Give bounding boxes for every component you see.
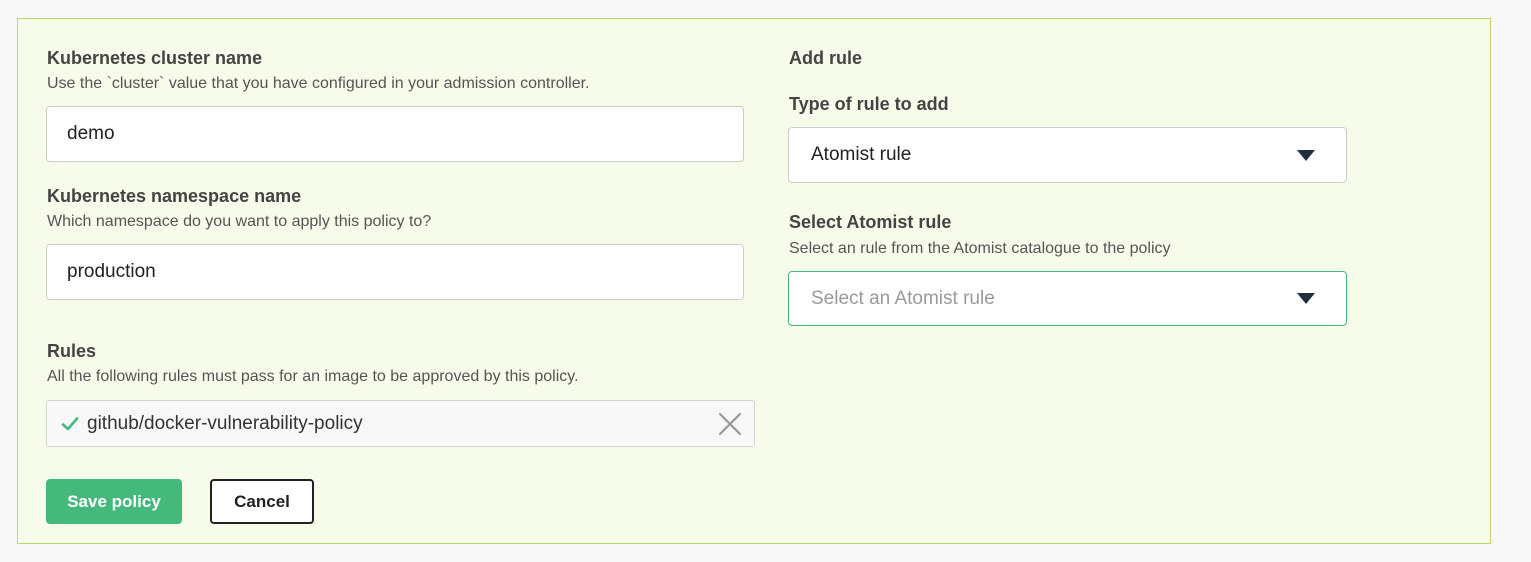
rule-type-select[interactable]: Atomist rule	[788, 127, 1347, 183]
atomist-rule-label: Select Atomist rule	[789, 212, 952, 232]
cancel-button[interactable]: Cancel	[210, 479, 314, 524]
check-icon	[61, 415, 79, 433]
caret-down-icon	[1297, 293, 1315, 304]
namespace-name-input[interactable]	[46, 244, 744, 300]
rule-type-select-value: Atomist rule	[811, 144, 912, 165]
namespace-name-hint: Which namespace do you want to apply thi…	[47, 213, 432, 230]
rule-type-label: Type of rule to add	[789, 94, 949, 114]
cluster-name-hint: Use the `cluster` value that you have co…	[47, 75, 590, 92]
cluster-name-input[interactable]	[46, 106, 744, 162]
rules-label: Rules	[47, 341, 97, 361]
caret-down-icon	[1297, 149, 1315, 161]
rule-name: github/docker-vulnerability-policy	[87, 412, 363, 434]
atomist-rule-select[interactable]: Select an Atomist rule	[788, 271, 1347, 326]
close-icon[interactable]	[716, 410, 744, 438]
cluster-name-label: Kubernetes cluster name	[47, 48, 263, 68]
policy-form-panel: Kubernetes cluster name Use the `cluster…	[17, 18, 1491, 544]
add-rule-heading: Add rule	[789, 48, 863, 68]
atomist-rule-hint: Select an rule from the Atomist catalogu…	[789, 240, 1171, 257]
namespace-name-label: Kubernetes namespace name	[47, 186, 302, 206]
save-policy-button[interactable]: Save policy	[46, 479, 182, 524]
rules-hint: All the following rules must pass for an…	[47, 368, 579, 385]
rule-list-item: github/docker-vulnerability-policy	[46, 400, 755, 447]
atomist-rule-select-placeholder: Select an Atomist rule	[811, 287, 995, 309]
